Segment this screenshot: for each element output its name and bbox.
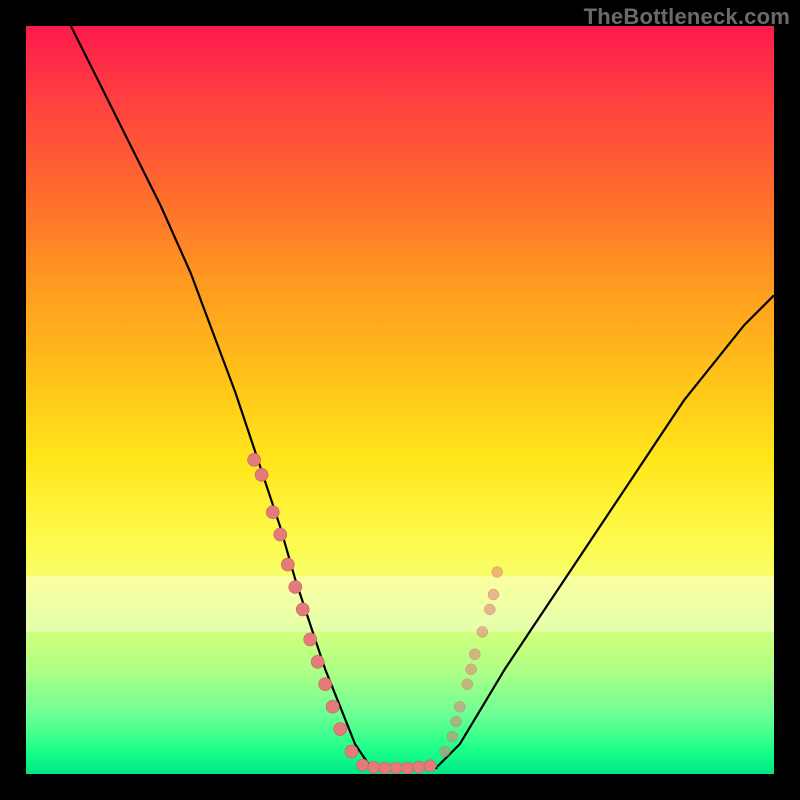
marker-dot	[319, 678, 332, 691]
curve-left	[71, 26, 370, 767]
marker-dot	[390, 762, 402, 774]
marker-dot	[484, 604, 495, 615]
marker-dot	[334, 723, 347, 736]
marker-dot	[488, 589, 499, 600]
markers-right-group	[439, 567, 502, 758]
marker-dot	[492, 567, 503, 578]
watermark-text: TheBottleneck.com	[584, 4, 790, 30]
chart-plot-area	[26, 26, 774, 774]
marker-dot	[451, 716, 462, 727]
marker-dot	[424, 760, 436, 772]
marker-dot	[345, 745, 358, 758]
marker-dot	[311, 655, 324, 668]
marker-dot	[379, 762, 391, 774]
marker-dot	[454, 701, 465, 712]
marker-dot	[274, 528, 287, 541]
curve-right	[437, 295, 774, 766]
marker-dot	[462, 679, 473, 690]
marker-dot	[469, 649, 480, 660]
marker-dot	[447, 731, 458, 742]
marker-dot	[326, 700, 339, 713]
marker-dot	[357, 759, 369, 771]
markers-bottom-group	[357, 759, 436, 774]
marker-dot	[439, 746, 450, 757]
chart-svg	[26, 26, 774, 774]
marker-dot	[477, 626, 488, 637]
marker-dot	[413, 761, 425, 773]
marker-dot	[368, 761, 380, 773]
marker-dot	[304, 633, 317, 646]
marker-dot	[248, 453, 261, 466]
marker-dot	[281, 558, 294, 571]
marker-dot	[266, 506, 279, 519]
marker-dot	[296, 603, 309, 616]
marker-dot	[402, 762, 414, 774]
marker-dot	[255, 468, 268, 481]
marker-dot	[466, 664, 477, 675]
marker-dot	[289, 581, 302, 594]
